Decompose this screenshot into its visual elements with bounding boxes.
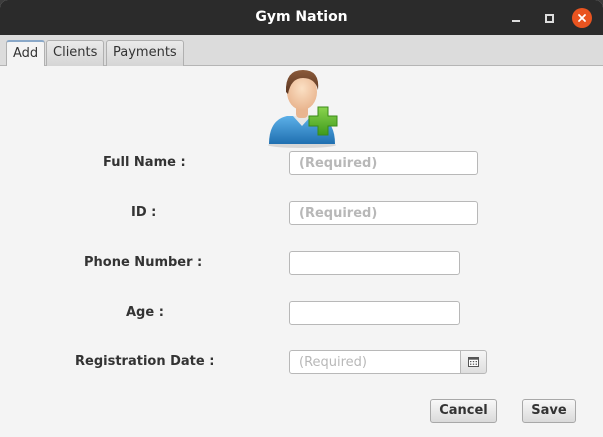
close-button[interactable] — [572, 8, 592, 28]
cancel-button[interactable]: Cancel — [430, 399, 497, 423]
date-picker-button[interactable] — [460, 350, 487, 374]
id-label: ID : — [131, 205, 157, 220]
minimize-button[interactable] — [506, 8, 526, 28]
id-field[interactable] — [289, 201, 478, 225]
add-client-form: Full Name : ID : Phone Number : Age : Re… — [0, 66, 603, 437]
tab-payments[interactable]: Payments — [106, 40, 184, 66]
add-user-icon — [268, 70, 338, 148]
full-name-label: Full Name : — [103, 155, 186, 170]
registration-date-field[interactable] — [289, 350, 461, 374]
minimize-icon — [512, 20, 520, 22]
phone-number-label: Phone Number : — [84, 255, 203, 270]
save-button[interactable]: Save — [522, 399, 576, 423]
maximize-button[interactable] — [539, 8, 559, 28]
title-bar[interactable]: Gym Nation — [0, 0, 603, 35]
tab-clients[interactable]: Clients — [46, 40, 105, 66]
calendar-icon — [468, 357, 479, 367]
phone-number-field[interactable] — [289, 251, 460, 275]
registration-date-label: Registration Date : — [75, 354, 215, 369]
tab-add[interactable]: Add — [6, 40, 46, 67]
full-name-field[interactable] — [289, 151, 478, 175]
app-window: Gym Nation Add Clients Payments Full Nam… — [0, 0, 603, 437]
close-icon — [578, 14, 586, 22]
age-label: Age : — [126, 305, 164, 320]
age-field[interactable] — [289, 301, 460, 325]
tab-bar: Add Clients Payments — [0, 35, 603, 67]
maximize-icon — [544, 13, 554, 23]
